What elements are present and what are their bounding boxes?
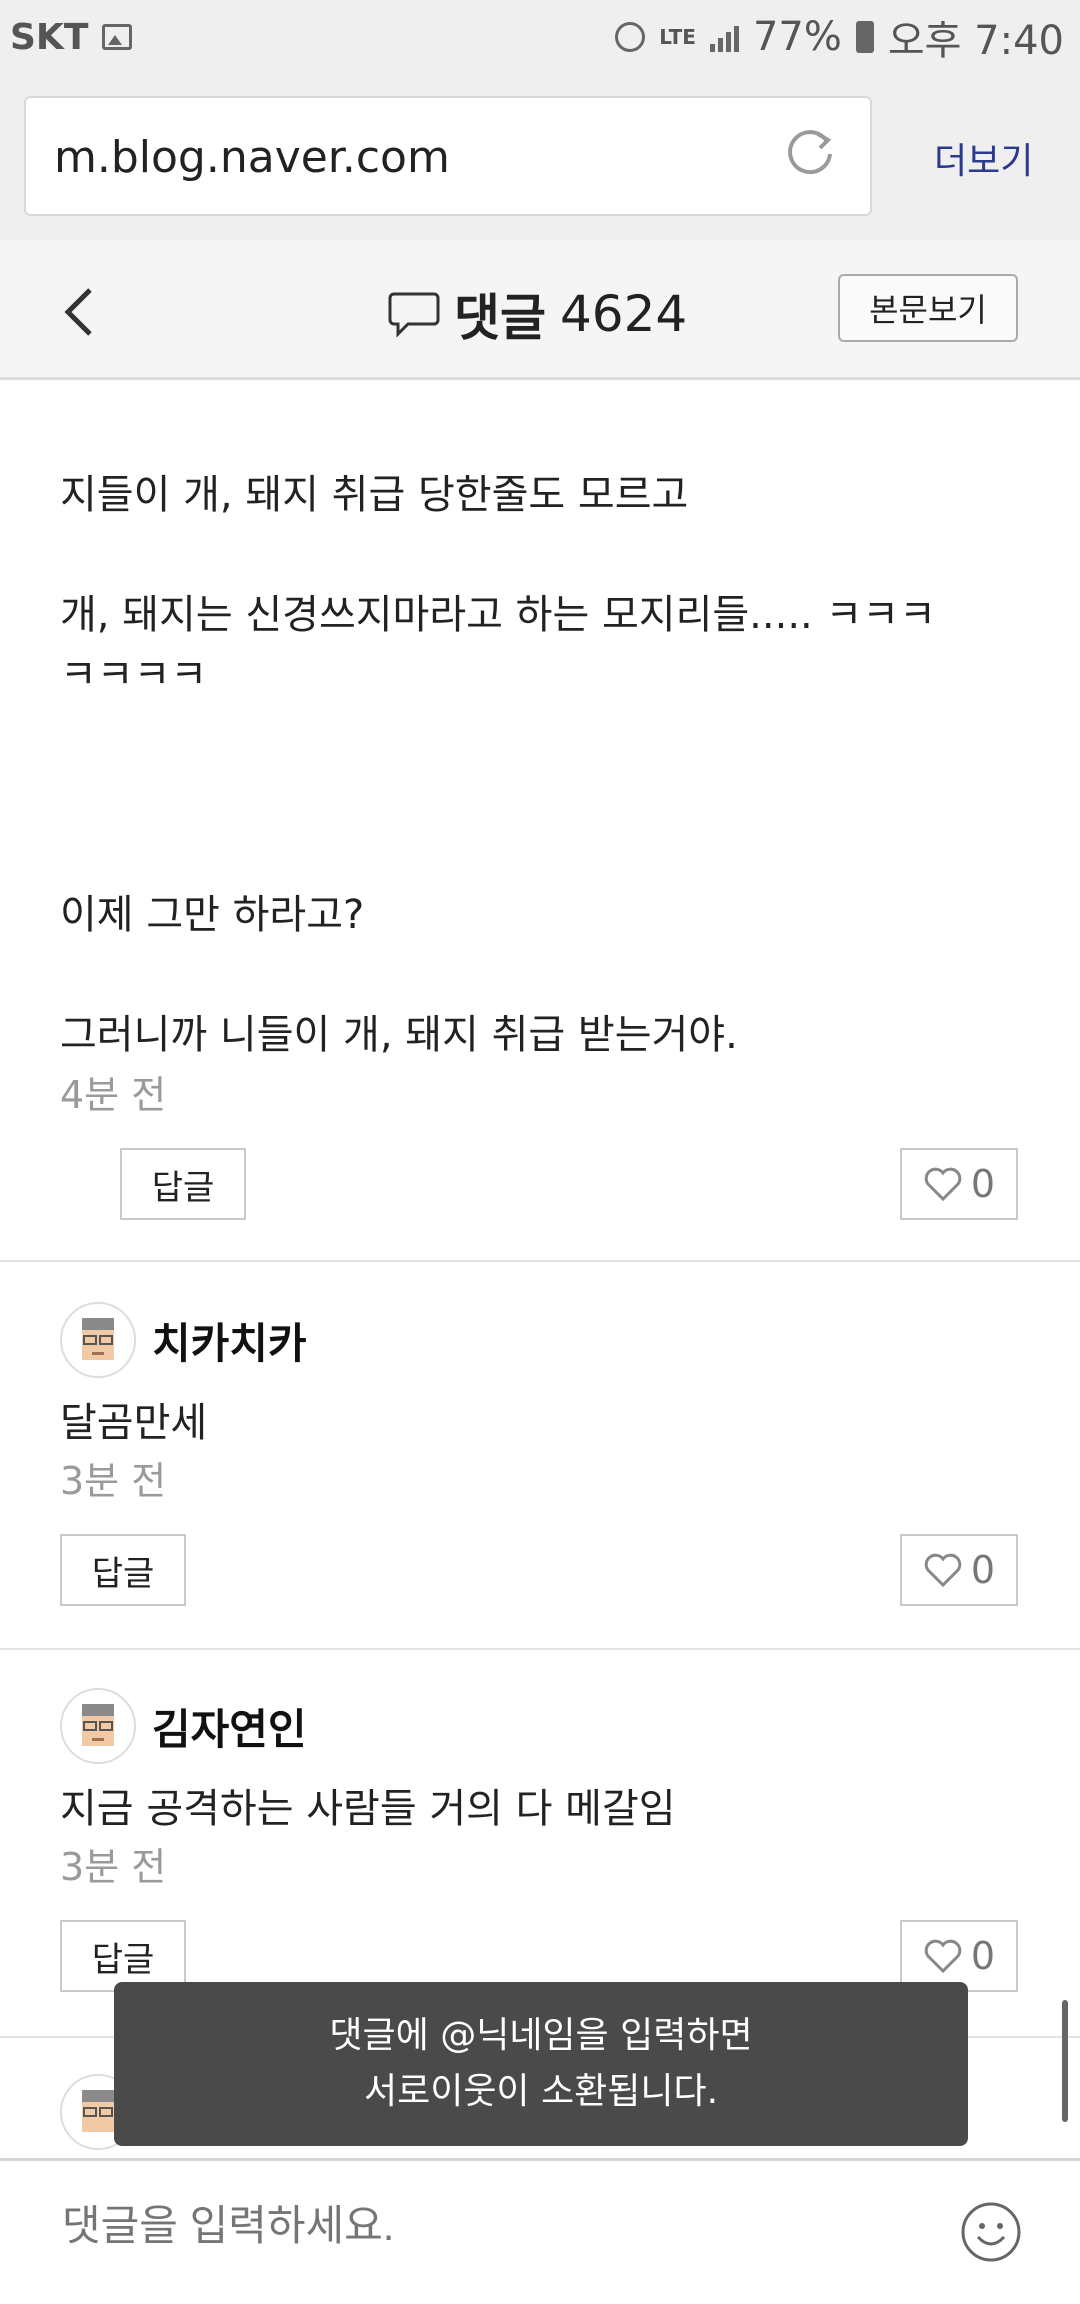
chevron-left-icon[interactable] [60,284,100,340]
comment-line: ㅋㅋㅋㅋ [60,652,208,698]
like-count: 0 [970,1934,996,1978]
comment-input[interactable] [60,2201,605,2251]
scrollbar-thumb[interactable] [1062,2000,1068,2122]
avatar-face-icon [82,1704,114,1746]
title-label: 댓글 [454,289,546,347]
comment-input-bar [0,2158,1080,2304]
comment-line: 개, 돼지는 신경쓰지마라고 하는 모지리들..... ㅋㅋㅋ [60,592,936,638]
like-button[interactable]: 0 [900,1148,1018,1220]
comment-header: 치카치카 [60,1302,307,1378]
smiley-icon[interactable] [960,2201,1022,2263]
avatar[interactable] [60,1302,136,1378]
url-text[interactable]: m.blog.naver.com [54,132,450,183]
status-bar: SKT LTE 77% 오후 7:40 [0,0,1080,74]
battery-percent: 77% [752,14,842,60]
heart-icon [924,1167,962,1202]
comment-time: 4분 전 [60,1073,167,1117]
browser-toolbar: m.blog.naver.com 더보기 [0,74,1080,240]
comment-count: 4624 [560,285,688,343]
more-button[interactable]: 더보기 [934,132,1033,184]
comments-header: 댓글 4624 본문보기 [0,240,1080,380]
like-count: 0 [970,1548,996,1592]
divider [0,1648,1080,1650]
lte-indicator: LTE [659,25,696,49]
toast-line: 서로이웃이 소환됩니다. [363,2071,719,2112]
avatar-face-icon [82,1318,114,1360]
toast-message: 댓글에 @닉네임을 입력하면 서로이웃이 소환됩니다. [114,1982,968,2146]
heart-icon [924,1939,962,1974]
alarm-icon [615,22,646,52]
comment-line: 그러니까 니들이 개, 돼지 취급 받는거야. [60,1012,738,1058]
comment-text: 달곰만세 [60,1400,208,1446]
avatar[interactable] [60,1688,136,1764]
comment-line: 이제 그만 하라고? [60,892,365,938]
clock: 오후 7:40 [887,18,1064,64]
toast-line: 댓글에 @닉네임을 입력하면 [329,2015,753,2056]
nickname[interactable]: 치카치카 [152,1310,307,1371]
comment-text: 지금 공격하는 사람들 거의 다 메갈임 [60,1786,676,1832]
reply-button[interactable]: 답글 [60,1534,186,1606]
like-button[interactable]: 0 [900,1534,1018,1606]
page-title: 댓글 4624 [388,278,687,350]
comment-header: 김자연인 [60,1688,307,1764]
comment-time: 3분 전 [60,1459,167,1503]
battery-icon [855,21,874,53]
comment-time: 3분 전 [60,1845,167,1889]
divider [0,1260,1080,1262]
speech-bubble-icon [388,292,440,338]
carrier-label: SKT [10,16,89,58]
address-bar[interactable]: m.blog.naver.com [24,96,872,216]
view-body-button[interactable]: 본문보기 [838,274,1018,342]
comment-line: 지들이 개, 돼지 취급 당한줄도 모르고 [60,472,689,518]
nickname[interactable]: 김자연인 [152,1696,307,1757]
image-notification-icon [102,24,133,50]
reload-icon[interactable] [782,126,838,182]
signal-icon [709,22,739,52]
heart-icon [924,1553,962,1588]
like-count: 0 [970,1162,996,1206]
reply-button[interactable]: 답글 [120,1148,246,1220]
